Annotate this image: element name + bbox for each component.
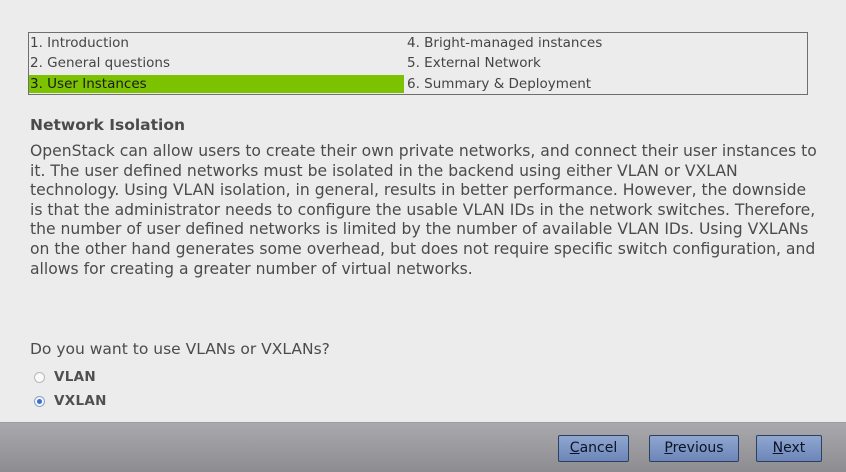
radio-option-vxlan[interactable]: VXLAN xyxy=(34,391,107,411)
section-description: OpenStack can allow users to create thei… xyxy=(30,142,817,278)
previous-label: revious xyxy=(672,440,724,456)
radio-option-vlan[interactable]: VLAN xyxy=(34,367,96,387)
cancel-label: ancel xyxy=(579,440,618,456)
step-user-instances[interactable]: 3. User Instances xyxy=(29,75,404,93)
next-button[interactable]: Next xyxy=(756,435,822,462)
previous-button[interactable]: Previous xyxy=(649,435,739,462)
isolation-question: Do you want to use VLANs or VXLANs? xyxy=(30,340,330,358)
section-title: Network Isolation xyxy=(30,116,186,134)
radio-button-vxlan[interactable] xyxy=(34,395,45,407)
step-general-questions[interactable]: 2. General questions xyxy=(29,54,404,72)
next-label: ext xyxy=(783,440,806,456)
step-introduction[interactable]: 1. Introduction xyxy=(29,34,404,52)
radio-label-vlan[interactable]: VLAN xyxy=(54,369,96,385)
next-mnemonic: N xyxy=(772,440,784,456)
wizard-steps-panel: 1. Introduction 2. General questions 3. … xyxy=(28,32,808,95)
radio-label-vxlan[interactable]: VXLAN xyxy=(54,393,107,409)
previous-mnemonic: P xyxy=(664,440,673,456)
radio-selected-dot xyxy=(37,398,42,404)
button-bar: Cancel Previous Next xyxy=(0,422,846,472)
step-bright-managed-instances[interactable]: 4. Bright-managed instances xyxy=(406,34,805,52)
cancel-mnemonic: C xyxy=(569,440,580,456)
step-external-network[interactable]: 5. External Network xyxy=(406,54,805,72)
step-summary-deployment[interactable]: 6. Summary & Deployment xyxy=(406,75,805,93)
radio-button-vlan[interactable] xyxy=(34,371,45,383)
cancel-button[interactable]: Cancel xyxy=(558,435,629,462)
